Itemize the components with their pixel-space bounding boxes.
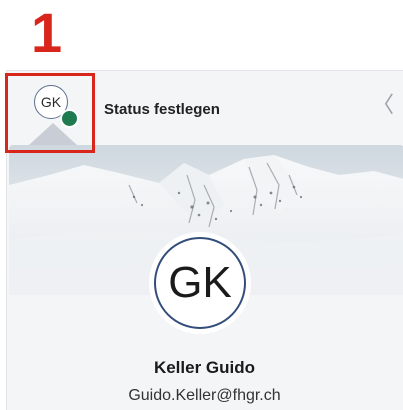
profile-email: Guido.Keller@fhgr.ch <box>128 387 281 404</box>
collapse-glyph: 〈 <box>371 92 394 117</box>
set-status-link[interactable]: Status festlegen <box>104 101 220 118</box>
step-number: 1 <box>31 1 63 64</box>
profile-name: Keller Guido <box>153 358 256 377</box>
highlight-annotation-box <box>5 73 95 153</box>
profile-initials: GK <box>168 258 232 307</box>
profile-avatar[interactable]: GK <box>154 237 246 329</box>
chevron-left-icon[interactable]: 〈 <box>371 93 395 117</box>
